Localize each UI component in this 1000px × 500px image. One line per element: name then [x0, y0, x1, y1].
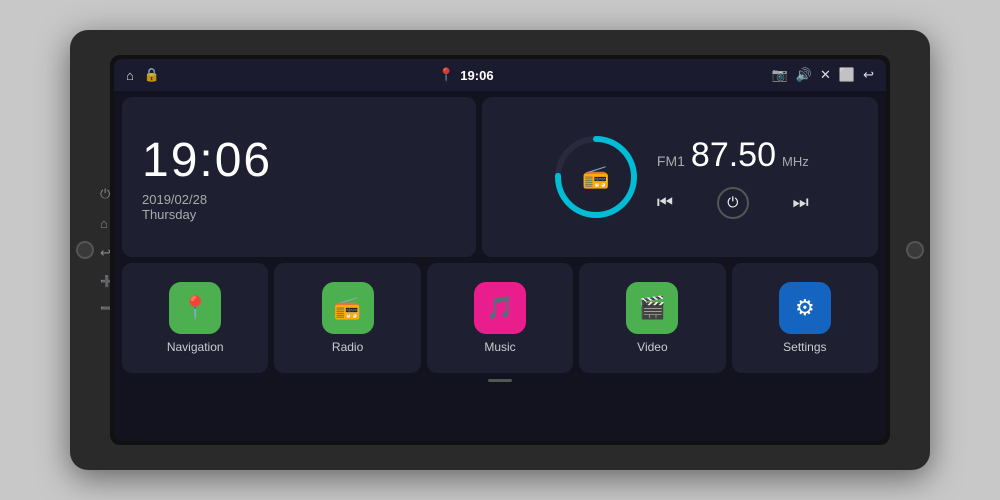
window-icon[interactable]: ⬜: [839, 67, 855, 83]
navigation-label: Navigation: [167, 340, 224, 354]
radio-icon-wrapper: 📻: [322, 282, 374, 334]
screen: ⌂ 🔒 📍 19:06 📷 🔊 ✕ ⬜ ↩: [114, 59, 886, 441]
music-icon-wrapper: 🎵: [474, 282, 526, 334]
apps-grid: 📍 Navigation 📻 Radio 🎵: [122, 263, 878, 373]
screen-bezel: ⌂ 🔒 📍 19:06 📷 🔊 ✕ ⬜ ↩: [110, 55, 890, 445]
radio-freq-row: FM1 87.50 MHz: [657, 136, 809, 175]
bottom-indicator: [122, 379, 878, 386]
radio-prev-button[interactable]: ⏮: [657, 192, 673, 213]
status-time: 19:06: [460, 68, 493, 83]
clock-widget: 19:06 2019/02/28 Thursday: [122, 97, 476, 257]
radio-widget[interactable]: 📻 FM1 87.50 MHz ⏮ ⏻ ⏭: [482, 97, 878, 257]
music-label: Music: [484, 340, 515, 354]
navigation-icon-wrapper: 📍: [169, 282, 221, 334]
radio-app-icon: 📻: [334, 295, 361, 321]
top-widgets-row: 19:06 2019/02/28 Thursday: [122, 97, 878, 257]
car-head-unit: ⏻ ⌂ ↩ ➕ ➖ ⌂ 🔒 📍 19:06 📷 🔊 ✕: [70, 30, 930, 470]
radio-label: Radio: [332, 340, 363, 354]
app-radio[interactable]: 📻 Radio: [274, 263, 420, 373]
radio-frequency: 87.50: [691, 136, 776, 175]
status-right-icons: 📷 🔊 ✕ ⬜ ↩: [772, 67, 874, 83]
main-content: 19:06 2019/02/28 Thursday: [114, 91, 886, 441]
radio-info: FM1 87.50 MHz ⏮ ⏻ ⏭: [657, 136, 809, 219]
status-bar: ⌂ 🔒 📍 19:06 📷 🔊 ✕ ⬜ ↩: [114, 59, 886, 91]
clock-time: 19:06: [142, 133, 272, 188]
screw-right: [906, 241, 924, 259]
radio-band: FM1: [657, 153, 685, 169]
home-icon[interactable]: ⌂: [126, 68, 134, 83]
video-label: Video: [637, 340, 667, 354]
app-music[interactable]: 🎵 Music: [427, 263, 573, 373]
back-nav-icon[interactable]: ↩: [863, 67, 874, 83]
settings-icon-wrapper: ⚙: [779, 282, 831, 334]
status-center: 📍 19:06: [438, 67, 493, 83]
clock-day: Thursday: [142, 207, 196, 222]
radio-controls: ⏮ ⏻ ⏭: [657, 187, 809, 219]
video-icon: 🎬: [639, 295, 666, 321]
app-navigation[interactable]: 📍 Navigation: [122, 263, 268, 373]
radio-unit: MHz: [782, 154, 809, 169]
video-icon-wrapper: 🎬: [626, 282, 678, 334]
lock-icon: 🔒: [144, 67, 160, 83]
settings-label: Settings: [783, 340, 826, 354]
app-settings[interactable]: ⚙ Settings: [732, 263, 878, 373]
music-icon: 🎵: [486, 295, 513, 321]
volume-icon[interactable]: 🔊: [796, 67, 812, 83]
radio-dial: 📻: [551, 132, 641, 222]
app-video[interactable]: 🎬 Video: [579, 263, 725, 373]
navigation-icon: 📍: [182, 295, 209, 321]
status-left-icons: ⌂ 🔒: [126, 67, 160, 83]
close-icon[interactable]: ✕: [820, 67, 831, 83]
clock-date: 2019/02/28: [142, 192, 207, 207]
page-indicator-dot: [488, 379, 512, 382]
screw-left: [76, 241, 94, 259]
radio-power-button[interactable]: ⏻: [717, 187, 749, 219]
location-pin-icon: 📍: [438, 67, 454, 83]
radio-next-button[interactable]: ⏭: [793, 192, 809, 213]
radio-dial-icon: 📻: [582, 164, 609, 190]
settings-icon: ⚙: [795, 295, 815, 321]
camera-icon[interactable]: 📷: [772, 67, 788, 83]
